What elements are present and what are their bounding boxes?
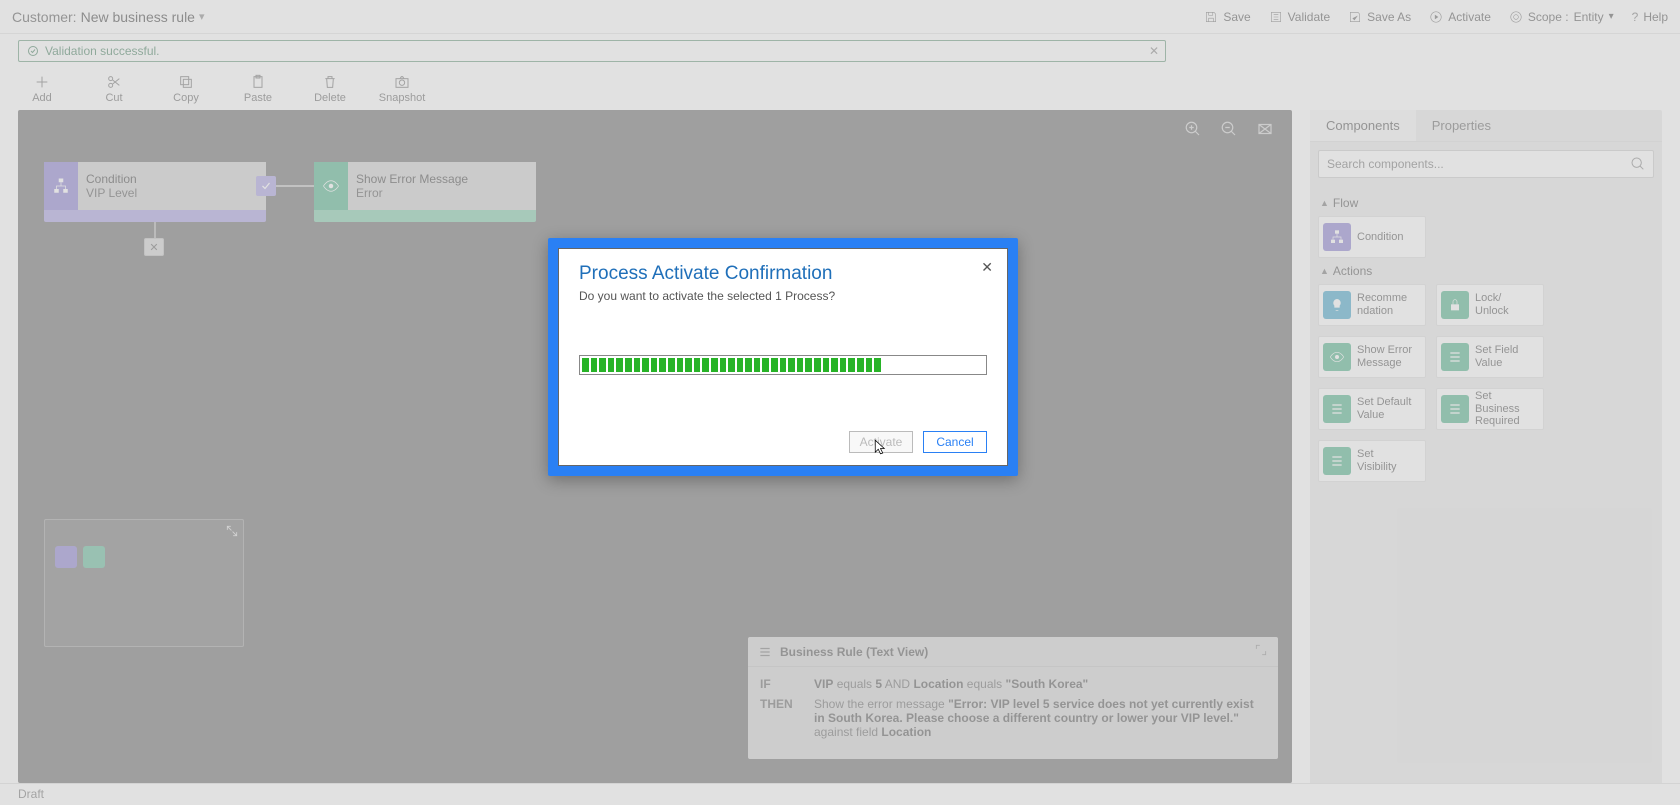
modal-subtitle: Do you want to activate the selected 1 P… <box>579 289 987 303</box>
modal-frame: Process Activate Confirmation Do you wan… <box>548 238 1018 476</box>
progress-bar <box>579 355 987 375</box>
cancel-button[interactable]: Cancel <box>923 431 987 453</box>
activate-confirmation-modal: Process Activate Confirmation Do you wan… <box>558 248 1008 466</box>
modal-title: Process Activate Confirmation <box>579 263 987 285</box>
close-icon[interactable]: ✕ <box>981 259 993 276</box>
cursor-icon <box>870 436 888 458</box>
